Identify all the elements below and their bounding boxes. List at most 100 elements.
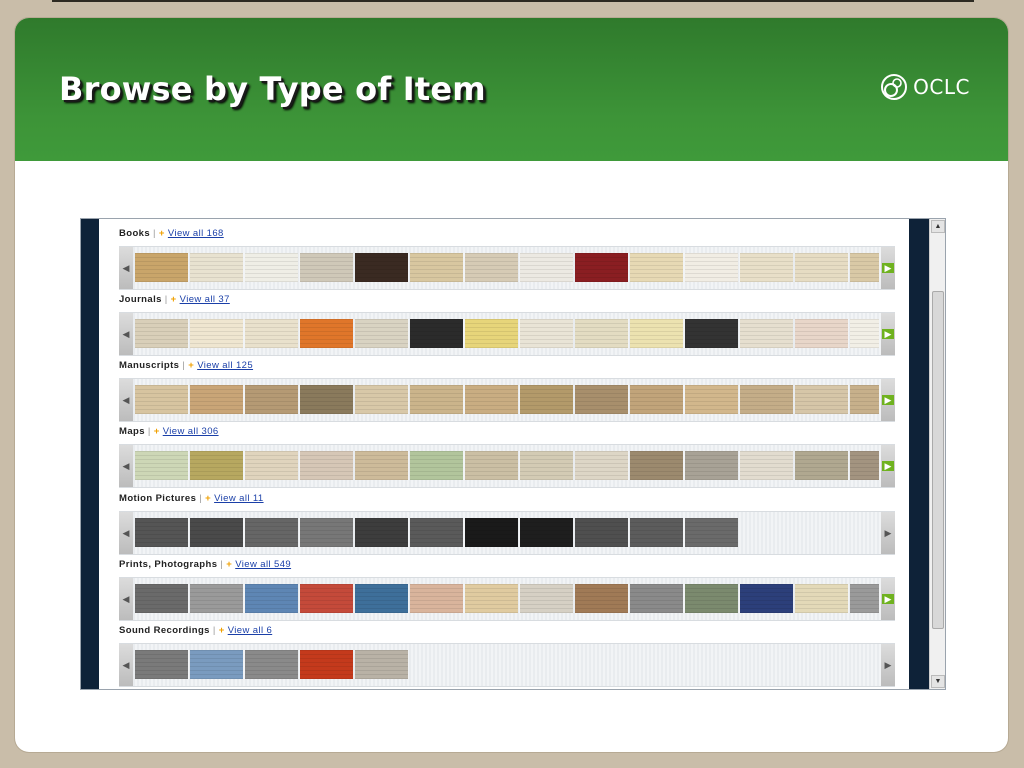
item-thumbnail[interactable] xyxy=(740,385,793,414)
item-thumbnail[interactable] xyxy=(520,385,573,414)
item-thumbnail[interactable] xyxy=(300,253,353,282)
item-thumbnail[interactable] xyxy=(190,650,243,679)
item-thumbnail[interactable] xyxy=(630,319,683,348)
item-thumbnail[interactable] xyxy=(685,584,738,613)
item-thumbnail[interactable] xyxy=(740,253,793,282)
view-all-link[interactable]: View all 306 xyxy=(163,426,219,437)
item-thumbnail[interactable] xyxy=(410,518,463,547)
item-thumbnail[interactable] xyxy=(300,518,353,547)
item-thumbnail[interactable] xyxy=(465,385,518,414)
item-thumbnail[interactable] xyxy=(685,319,738,348)
item-thumbnail[interactable] xyxy=(135,451,188,480)
item-thumbnail[interactable] xyxy=(245,650,298,679)
item-thumbnail[interactable] xyxy=(190,253,243,282)
item-thumbnail[interactable] xyxy=(355,385,408,414)
item-thumbnail[interactable] xyxy=(465,319,518,348)
item-thumbnail[interactable] xyxy=(135,253,188,282)
item-thumbnail[interactable] xyxy=(190,319,243,348)
item-thumbnail[interactable] xyxy=(135,650,188,679)
item-thumbnail[interactable] xyxy=(465,518,518,547)
vertical-scrollbar[interactable]: ▲ ▼ xyxy=(929,219,945,689)
item-thumbnail[interactable] xyxy=(465,584,518,613)
item-thumbnail[interactable] xyxy=(850,584,879,613)
view-all-link[interactable]: View all 168 xyxy=(168,228,224,239)
scroll-left-button[interactable]: ◀ xyxy=(119,445,133,487)
item-thumbnail[interactable] xyxy=(795,584,848,613)
item-thumbnail[interactable] xyxy=(355,319,408,348)
item-thumbnail[interactable] xyxy=(575,253,628,282)
item-thumbnail[interactable] xyxy=(135,319,188,348)
scroll-left-button[interactable]: ◀ xyxy=(119,512,133,554)
item-thumbnail[interactable] xyxy=(300,584,353,613)
item-thumbnail[interactable] xyxy=(300,451,353,480)
scroll-left-button[interactable]: ◀ xyxy=(119,379,133,421)
item-thumbnail[interactable] xyxy=(355,253,408,282)
view-all-link[interactable]: View all 37 xyxy=(180,294,230,305)
item-thumbnail[interactable] xyxy=(685,518,738,547)
item-thumbnail[interactable] xyxy=(795,319,848,348)
item-thumbnail[interactable] xyxy=(575,319,628,348)
item-thumbnail[interactable] xyxy=(135,518,188,547)
item-thumbnail[interactable] xyxy=(245,253,298,282)
scroll-right-button[interactable]: ▶ xyxy=(881,445,895,487)
item-thumbnail[interactable] xyxy=(795,253,848,282)
item-thumbnail[interactable] xyxy=(630,584,683,613)
item-thumbnail[interactable] xyxy=(850,385,879,414)
scroll-right-button[interactable]: ▶ xyxy=(881,512,895,554)
scroll-right-button[interactable]: ▶ xyxy=(881,247,895,289)
item-thumbnail[interactable] xyxy=(850,319,879,348)
item-thumbnail[interactable] xyxy=(520,319,573,348)
item-thumbnail[interactable] xyxy=(795,451,848,480)
item-thumbnail[interactable] xyxy=(245,385,298,414)
item-thumbnail[interactable] xyxy=(795,385,848,414)
item-thumbnail[interactable] xyxy=(465,253,518,282)
item-thumbnail[interactable] xyxy=(575,451,628,480)
item-thumbnail[interactable] xyxy=(410,319,463,348)
item-thumbnail[interactable] xyxy=(520,253,573,282)
item-thumbnail[interactable] xyxy=(740,451,793,480)
item-thumbnail[interactable] xyxy=(410,584,463,613)
item-thumbnail[interactable] xyxy=(630,451,683,480)
view-all-link[interactable]: View all 125 xyxy=(197,360,253,371)
item-thumbnail[interactable] xyxy=(575,518,628,547)
scroll-left-button[interactable]: ◀ xyxy=(119,578,133,620)
item-thumbnail[interactable] xyxy=(355,650,408,679)
item-thumbnail[interactable] xyxy=(300,319,353,348)
scroll-down-icon[interactable]: ▼ xyxy=(931,675,945,688)
scroll-left-button[interactable]: ◀ xyxy=(119,313,133,355)
item-thumbnail[interactable] xyxy=(190,584,243,613)
item-thumbnail[interactable] xyxy=(135,385,188,414)
scroll-up-icon[interactable]: ▲ xyxy=(931,220,945,233)
item-thumbnail[interactable] xyxy=(190,518,243,547)
item-thumbnail[interactable] xyxy=(355,584,408,613)
item-thumbnail[interactable] xyxy=(850,451,879,480)
item-thumbnail[interactable] xyxy=(520,451,573,480)
scroll-right-button[interactable]: ▶ xyxy=(881,644,895,686)
item-thumbnail[interactable] xyxy=(410,253,463,282)
view-all-link[interactable]: View all 549 xyxy=(235,559,291,570)
item-thumbnail[interactable] xyxy=(410,451,463,480)
item-thumbnail[interactable] xyxy=(190,451,243,480)
item-thumbnail[interactable] xyxy=(355,451,408,480)
item-thumbnail[interactable] xyxy=(630,385,683,414)
item-thumbnail[interactable] xyxy=(630,253,683,282)
scrollbar-thumb[interactable] xyxy=(932,291,944,629)
item-thumbnail[interactable] xyxy=(520,584,573,613)
item-thumbnail[interactable] xyxy=(410,385,463,414)
item-thumbnail[interactable] xyxy=(355,518,408,547)
scroll-left-button[interactable]: ◀ xyxy=(119,247,133,289)
item-thumbnail[interactable] xyxy=(740,584,793,613)
item-thumbnail[interactable] xyxy=(465,451,518,480)
item-thumbnail[interactable] xyxy=(135,584,188,613)
scroll-right-button[interactable]: ▶ xyxy=(881,379,895,421)
scroll-right-button[interactable]: ▶ xyxy=(881,578,895,620)
item-thumbnail[interactable] xyxy=(245,584,298,613)
view-all-link[interactable]: View all 6 xyxy=(228,625,273,636)
scroll-right-button[interactable]: ▶ xyxy=(881,313,895,355)
item-thumbnail[interactable] xyxy=(245,319,298,348)
item-thumbnail[interactable] xyxy=(630,518,683,547)
item-thumbnail[interactable] xyxy=(685,451,738,480)
item-thumbnail[interactable] xyxy=(850,253,879,282)
item-thumbnail[interactable] xyxy=(245,518,298,547)
item-thumbnail[interactable] xyxy=(190,385,243,414)
